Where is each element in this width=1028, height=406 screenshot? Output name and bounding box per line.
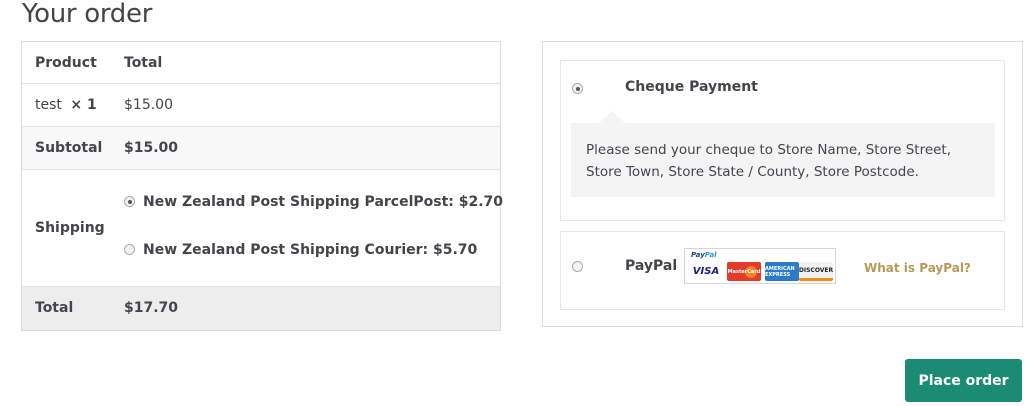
radio-button[interactable]	[572, 83, 583, 94]
payment-method-label[interactable]: PayPal	[625, 258, 677, 274]
payment-method-label[interactable]: Cheque Payment	[625, 79, 758, 95]
column-header-total: Total	[124, 55, 163, 71]
subtotal-value: $15.00	[124, 140, 179, 156]
shipping-option-courier[interactable]: New Zealand Post Shipping Courier: $5.70	[124, 242, 477, 258]
product-name: test	[35, 97, 62, 113]
mastercard-card-icon: MasterCard	[727, 262, 761, 281]
what-is-paypal-link[interactable]: What is PayPal?	[864, 261, 971, 275]
paypal-acceptance-mark: PayPal VISA MasterCard AMERICAN EXPRESS …	[684, 248, 836, 284]
radio-button[interactable]	[124, 243, 135, 255]
page-title: Your order	[22, 0, 153, 29]
total-row: Total $17.70	[22, 287, 500, 330]
radio-button[interactable]	[572, 261, 583, 272]
order-review-table: Product Total test × 1 $15.00 Subtotal $…	[21, 41, 503, 331]
payment-method-paypal[interactable]: PayPal PayPal VISA MasterCard AMERICAN E…	[560, 231, 1005, 310]
shipping-label: Shipping	[35, 220, 105, 236]
column-header-product: Product	[35, 55, 97, 71]
payment-description: Please send your cheque to Store Name, S…	[571, 111, 995, 197]
place-order-button[interactable]: Place order	[905, 359, 1022, 402]
product-cell: test × 1	[35, 97, 97, 113]
subtotal-row: Subtotal $15.00	[22, 127, 500, 170]
shipping-row: Shipping New Zealand Post Shipping Parce…	[22, 170, 503, 287]
amex-card-icon: AMERICAN EXPRESS	[765, 262, 799, 281]
product-total: $15.00	[124, 97, 173, 113]
paypal-logo: PayPal	[691, 251, 717, 259]
product-quantity: × 1	[70, 97, 97, 113]
shipping-option-label: New Zealand Post Shipping ParcelPost: $2…	[143, 194, 504, 210]
shipping-option-label: New Zealand Post Shipping Courier: $5.70	[143, 242, 478, 258]
visa-card-icon: VISA	[689, 262, 723, 281]
total-label: Total	[35, 300, 74, 316]
shipping-option-parcelpost[interactable]: New Zealand Post Shipping ParcelPost: $2…	[124, 194, 503, 210]
total-value: $17.70	[124, 300, 179, 316]
table-header-row: Product Total	[22, 42, 500, 84]
subtotal-label: Subtotal	[35, 140, 103, 156]
discover-card-icon: DISCOVER	[799, 262, 833, 281]
table-row: test × 1 $15.00	[22, 84, 500, 127]
payment-methods-box: Cheque Payment Please send your cheque t…	[542, 41, 1023, 327]
payment-method-cheque[interactable]: Cheque Payment Please send your cheque t…	[560, 60, 1005, 221]
radio-button[interactable]	[124, 195, 135, 207]
